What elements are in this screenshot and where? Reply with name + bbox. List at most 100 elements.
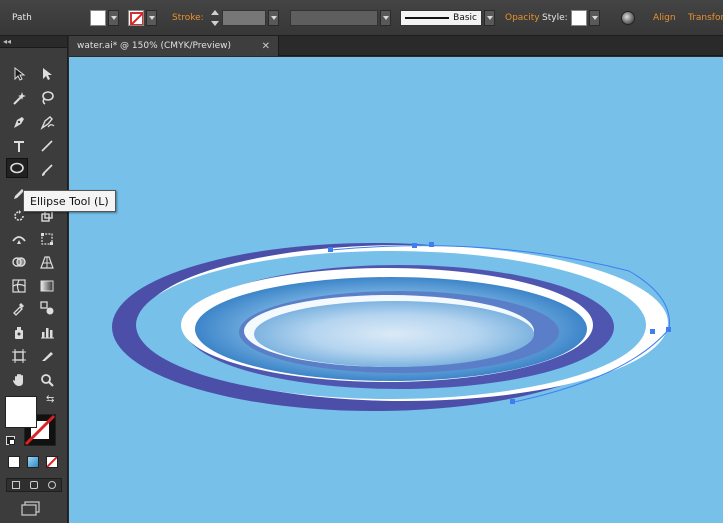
tooltip-text: Ellipse Tool (L) xyxy=(30,194,109,208)
selection-tool[interactable] xyxy=(8,64,30,84)
document-tab-bar: water.ai* @ 150% (CMYK/Preview) ✕ xyxy=(69,36,723,56)
gradient-tool[interactable] xyxy=(36,276,58,296)
align-label[interactable]: Align xyxy=(653,13,676,23)
selection-type: Path xyxy=(12,0,32,36)
stroke-weight-stepper[interactable] xyxy=(210,9,220,27)
fill-swatch-control[interactable] xyxy=(90,0,119,36)
anchor-point[interactable] xyxy=(650,329,655,334)
brush-dropdown[interactable] xyxy=(484,10,495,26)
gradient-mode-button[interactable] xyxy=(27,456,39,468)
stroke-dropdown-button[interactable] xyxy=(146,10,157,26)
collapse-panel-icon[interactable]: ◂◂ xyxy=(3,37,11,46)
center-glow[interactable] xyxy=(254,301,534,367)
artboard-tool[interactable] xyxy=(8,346,30,366)
eyedropper-tool[interactable] xyxy=(8,298,30,318)
lasso-icon xyxy=(42,91,54,105)
draw-inside-icon[interactable] xyxy=(48,481,56,489)
swap-fill-stroke-icon[interactable]: ⇆ xyxy=(46,394,54,405)
graphic-style-dropdown[interactable] xyxy=(589,10,600,26)
tool-tooltip: Ellipse Tool (L) xyxy=(23,190,116,212)
stroke-swatch[interactable] xyxy=(128,10,144,26)
width-icon xyxy=(12,236,26,244)
color-mode-button[interactable] xyxy=(8,456,20,468)
brush-stroke-preview xyxy=(405,17,450,19)
stroke-label-item[interactable]: Stroke: xyxy=(172,0,204,36)
stroke-label[interactable]: Stroke: xyxy=(172,13,204,23)
default-fill-stroke-icon[interactable] xyxy=(6,436,15,445)
none-slash-icon xyxy=(129,11,143,25)
direct-selection-tool[interactable] xyxy=(36,64,58,84)
perspective-grid-tool[interactable] xyxy=(36,252,58,272)
draw-mode-group xyxy=(6,478,62,492)
blend-icon xyxy=(40,301,54,315)
screen-mode-button[interactable] xyxy=(20,500,42,516)
transform-label[interactable]: Transfor xyxy=(688,13,723,23)
type-t-icon xyxy=(14,141,24,152)
direct-selection-arrow-icon xyxy=(43,68,52,80)
none-mode-button[interactable] xyxy=(46,456,58,468)
hand-tool[interactable] xyxy=(8,370,30,390)
shape-builder-tool[interactable] xyxy=(8,252,30,272)
stroke-weight-control[interactable] xyxy=(210,0,279,36)
stroke-weight-field[interactable] xyxy=(222,10,266,26)
pen-tool[interactable] xyxy=(8,112,30,132)
anchor-point[interactable] xyxy=(510,399,515,404)
anchor-point[interactable] xyxy=(328,247,333,252)
free-transform-icon xyxy=(41,233,53,245)
shape-builder-icon xyxy=(12,257,26,267)
variable-width-dropdown[interactable] xyxy=(380,10,391,26)
column-graph-tool[interactable] xyxy=(36,322,58,342)
artboard-canvas[interactable] xyxy=(69,57,723,523)
recolor-artwork-icon[interactable] xyxy=(621,11,635,25)
variable-width-field[interactable] xyxy=(290,10,378,26)
variable-width-control[interactable] xyxy=(290,0,391,36)
ellipse-tool[interactable] xyxy=(6,158,28,178)
eyedropper-icon xyxy=(13,303,24,316)
fill-color-swatch[interactable] xyxy=(5,396,37,428)
stroke-weight-dropdown[interactable] xyxy=(268,10,279,26)
type-tool[interactable] xyxy=(8,136,30,156)
brush-definition-field[interactable]: Basic xyxy=(400,10,482,26)
opacity-item[interactable]: Opacity xyxy=(505,0,540,36)
zoom-tool[interactable] xyxy=(36,370,58,390)
anchor-point[interactable] xyxy=(429,242,434,247)
water-ripple-artwork[interactable] xyxy=(69,57,723,523)
paintbrush-tool[interactable] xyxy=(36,160,58,180)
ellipse-icon xyxy=(10,162,24,174)
blend-tool[interactable] xyxy=(36,298,58,318)
free-transform-tool[interactable] xyxy=(36,229,58,249)
draw-normal-icon[interactable] xyxy=(12,481,20,489)
zoom-magnifier-icon xyxy=(41,374,54,387)
fill-swatch[interactable] xyxy=(90,10,106,26)
close-tab-icon[interactable]: ✕ xyxy=(262,41,270,52)
opacity-label[interactable]: Opacity xyxy=(505,13,540,23)
mesh-tool[interactable] xyxy=(8,276,30,296)
anchor-point[interactable] xyxy=(412,243,417,248)
document-tab[interactable]: water.ai* @ 150% (CMYK/Preview) ✕ xyxy=(69,36,279,56)
draw-behind-icon[interactable] xyxy=(30,481,38,489)
pen-nib-icon xyxy=(14,117,24,128)
selection-type-label: Path xyxy=(12,13,32,23)
transform-item[interactable]: Transfor xyxy=(688,0,723,36)
width-tool[interactable] xyxy=(8,229,30,249)
curvature-pen-icon xyxy=(40,116,55,130)
curvature-tool[interactable] xyxy=(36,112,58,132)
line-segment-icon xyxy=(41,140,53,152)
slice-tool[interactable] xyxy=(36,346,58,366)
magic-wand-icon xyxy=(13,92,26,105)
magic-wand-tool[interactable] xyxy=(8,88,30,108)
fill-dropdown-button[interactable] xyxy=(108,10,119,26)
graphic-style-swatch[interactable] xyxy=(571,10,587,26)
lasso-tool[interactable] xyxy=(36,88,58,108)
recolor-item[interactable] xyxy=(621,0,635,36)
anchor-point[interactable] xyxy=(666,327,671,332)
line-segment-tool[interactable] xyxy=(36,136,58,156)
tools-panel-header[interactable]: ◂◂ xyxy=(0,36,67,48)
tools-panel: ◂◂ ⇆ xyxy=(0,36,68,523)
symbol-sprayer-tool[interactable] xyxy=(8,322,30,342)
brush-control[interactable]: Basic xyxy=(400,0,495,36)
graphic-style-control[interactable] xyxy=(571,0,600,36)
stroke-swatch-control[interactable] xyxy=(128,0,157,36)
align-item[interactable]: Align xyxy=(653,0,676,36)
artboard-icon xyxy=(12,349,26,363)
